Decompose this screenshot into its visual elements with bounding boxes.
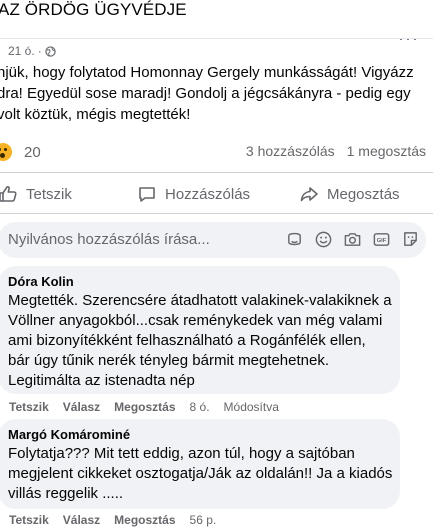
shares-count[interactable]: 1 megosztás [347,143,426,159]
reaction-count[interactable]: 20 [24,144,41,161]
comment-bubble-icon [139,187,155,202]
comment-actions: Tetszik Válasz Megosztás 56 p. [9,513,216,527]
comment-time[interactable]: 56 p. [190,513,217,527]
comment-reply-link[interactable]: Válasz [63,513,100,527]
comment-bubble: Margó Komárominé Folytatja??? Mit tett e… [0,419,400,509]
divider [0,38,433,39]
globe-icon[interactable] [45,45,56,57]
comments-count[interactable]: 3 hozzászólás [246,143,335,159]
post-header: AZ ÖRDÖG ÜGYVÉDJE [0,0,433,34]
post-actions-bar: Tetszik Hozzászólás Megosztás [0,173,433,213]
share-button[interactable]: Megosztás [299,184,400,204]
comment-button[interactable]: Hozzászólás [137,184,250,204]
divider [0,213,433,214]
comment-author[interactable]: Margó Komárominé [8,427,130,442]
comment-actions: Tetszik Válasz Megosztás 8 ó. Módosítva [9,400,279,414]
comment-share-link[interactable]: Megosztás [114,513,175,527]
composer-icons: GIF [285,230,420,249]
wow-emoji-icon[interactable] [0,141,14,163]
comment-text: Megtették. Szerencsére átadhatott valaki… [8,292,392,389]
sticker-icon[interactable] [401,230,420,249]
comment-text: Folytatja??? Mit tett eddig, azon túl, h… [8,445,393,502]
comment-share-link[interactable]: Megosztás [114,400,175,414]
comment-label: Hozzászólás [165,185,251,203]
post-text: njük, hogy folytatod Homonnay Gergely mu… [0,64,414,123]
page-title[interactable]: AZ ÖRDÖG ÜGYVÉDJE [0,0,187,20]
like-button[interactable]: Tetszik [0,184,72,204]
post-meta: 21 ó. · [8,44,56,58]
post-time[interactable]: 21 ó. [8,44,35,58]
thumbs-up-icon [0,186,17,202]
comment-time[interactable]: 8 ó. [190,400,210,414]
avatar-sticker-icon[interactable] [285,230,304,249]
gif-icon[interactable]: GIF [372,230,391,249]
camera-icon[interactable] [343,230,362,249]
svg-text:GIF: GIF [377,238,387,244]
comment-composer[interactable]: GIF [0,222,426,258]
edited-label[interactable]: Módosítva [224,400,279,414]
comment-author[interactable]: Dóra Kolin [8,274,74,289]
emoji-icon[interactable] [314,230,333,249]
like-label: Tetszik [26,185,72,203]
comment-input[interactable] [8,231,258,248]
comment-bubble: Dóra Kolin Megtették. Szerencsére átadha… [0,266,400,394]
reactions-summary[interactable]: 20 [0,141,41,163]
comment-like-link[interactable]: Tetszik [9,513,49,527]
comment-like-link[interactable]: Tetszik [9,400,49,414]
share-arrow-icon [300,187,318,202]
separator-dot: · [37,44,42,58]
comment-reply-link[interactable]: Válasz [63,400,100,414]
share-label: Megosztás [327,185,400,203]
engagement-counts: 3 hozzászólás 1 megosztás [246,143,426,159]
